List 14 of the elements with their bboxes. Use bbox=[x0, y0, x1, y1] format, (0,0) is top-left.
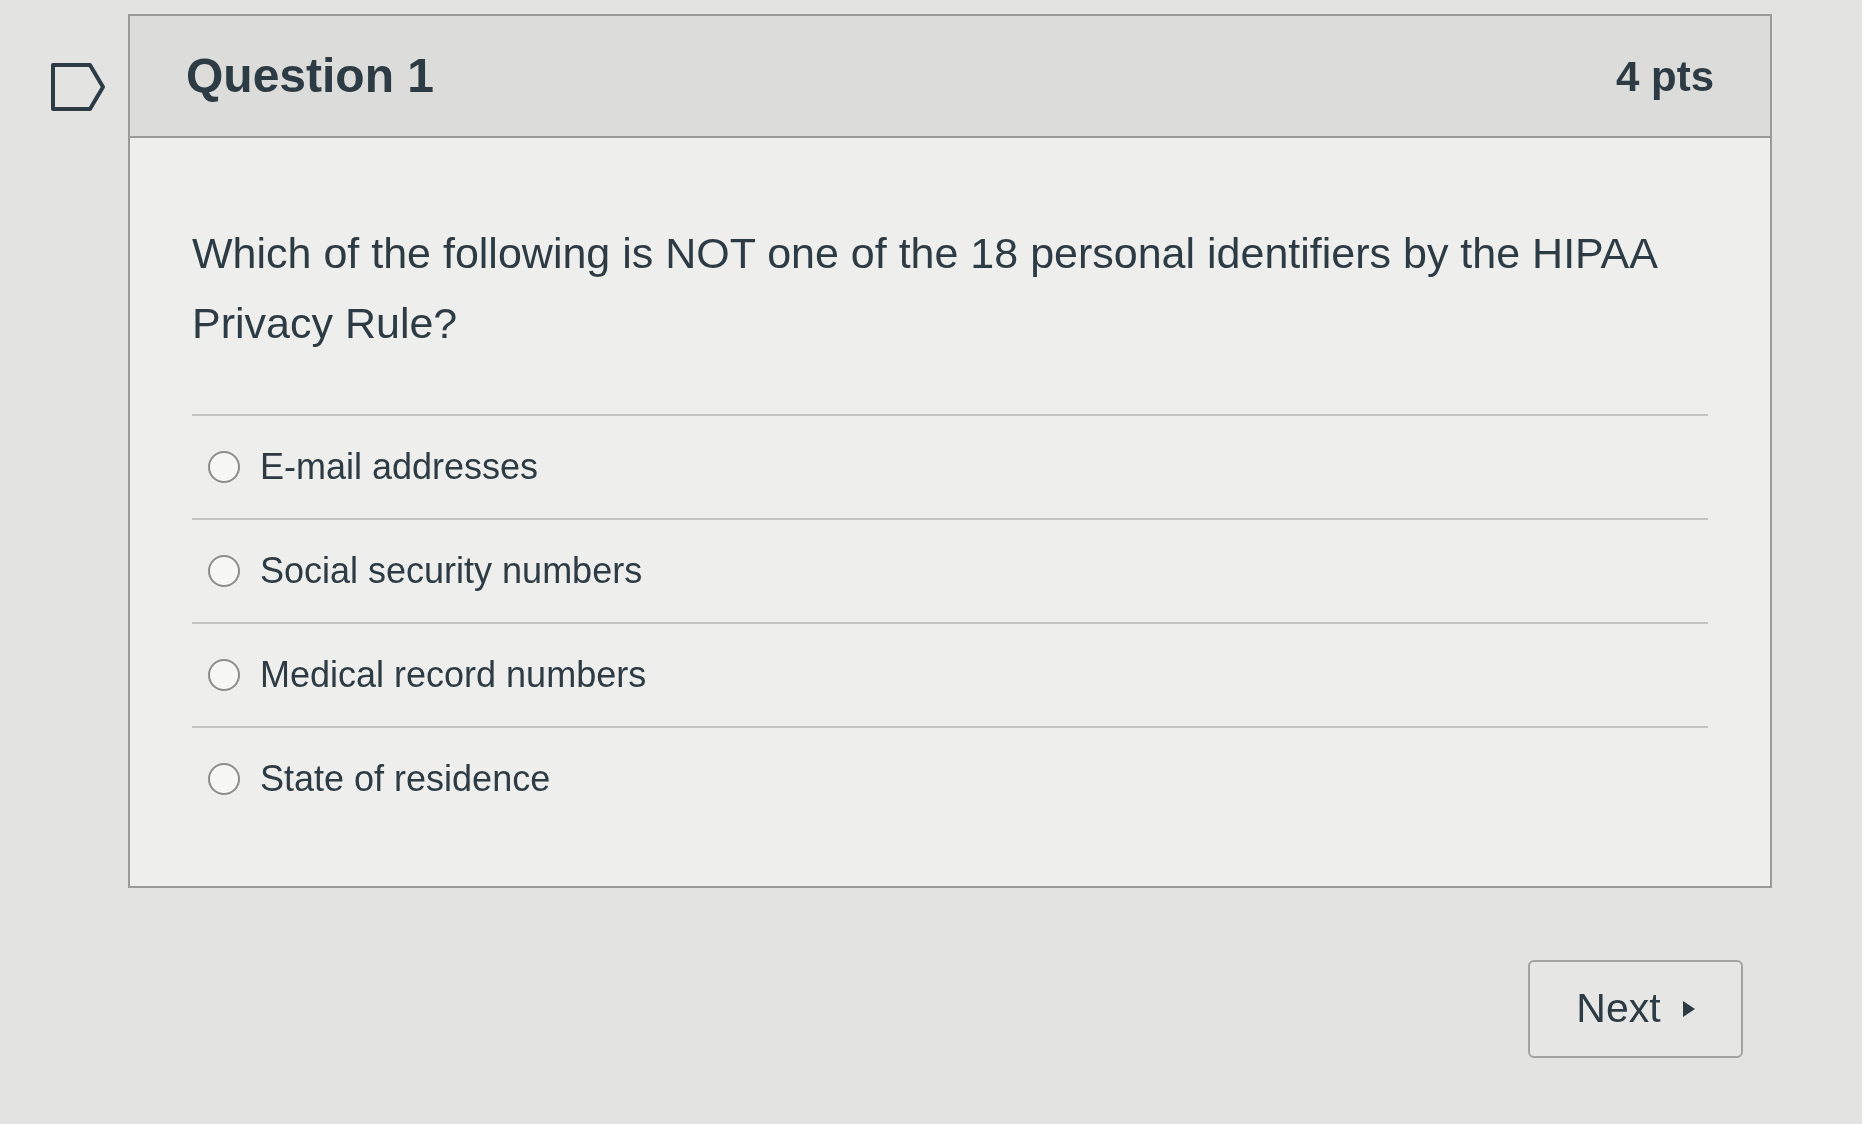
radio-button[interactable] bbox=[208, 555, 240, 587]
answer-option[interactable]: State of residence bbox=[192, 726, 1708, 830]
radio-button[interactable] bbox=[208, 763, 240, 795]
radio-button[interactable] bbox=[208, 451, 240, 483]
question-title: Question 1 bbox=[186, 48, 435, 104]
question-text: Which of the following is NOT one of the 18 personal identifiers by the HIPAA Privacy Rule? bbox=[192, 228, 1658, 349]
answer-option[interactable]: Medical record numbers bbox=[192, 622, 1708, 726]
answer-option[interactable]: Social security numbers bbox=[192, 518, 1708, 622]
next-button[interactable]: Next bbox=[1528, 960, 1743, 1058]
answer-option[interactable]: E-mail addresses bbox=[192, 414, 1708, 518]
caret-icon bbox=[1682, 1001, 1695, 1017]
radio-button[interactable] bbox=[208, 659, 240, 691]
bookmark-tag-icon[interactable] bbox=[50, 62, 106, 112]
points-label: 4 pts bbox=[1615, 51, 1714, 102]
